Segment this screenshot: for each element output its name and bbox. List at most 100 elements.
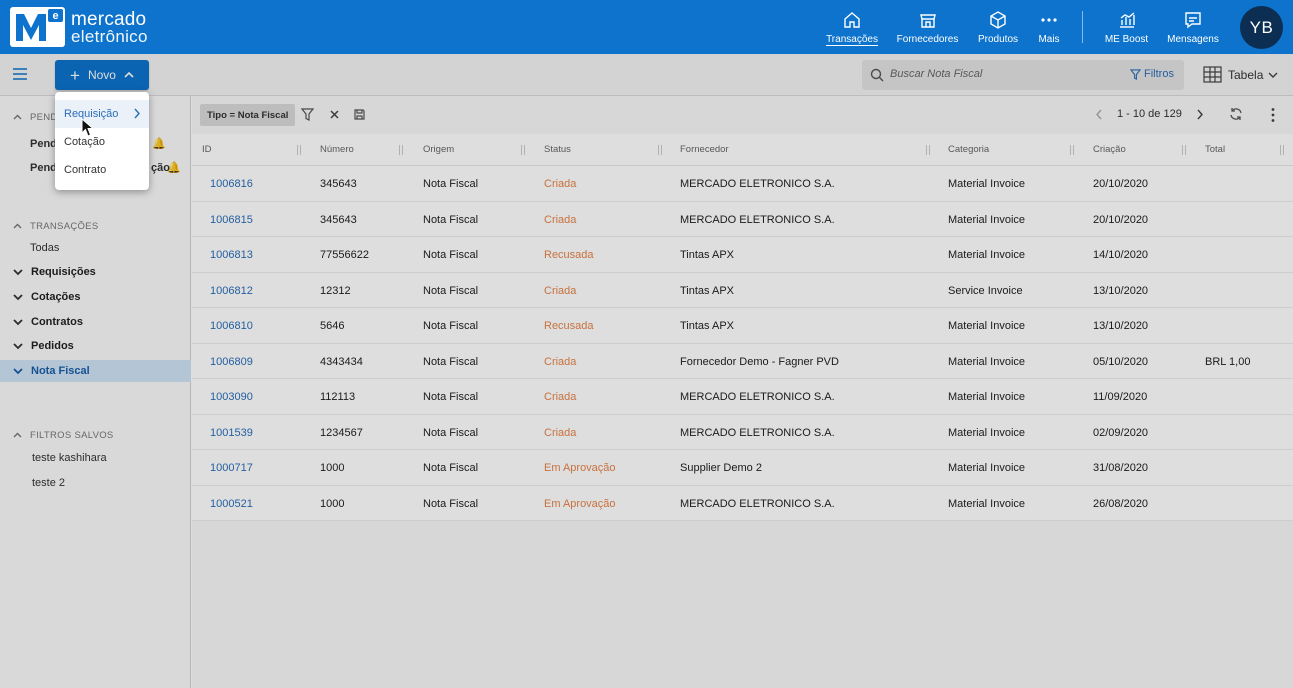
cell-id[interactable]: 1001539 xyxy=(210,427,253,439)
user-avatar[interactable]: YB xyxy=(1240,6,1283,49)
column-header-numero[interactable]: Número xyxy=(320,144,354,155)
nav-fornecedores[interactable]: Fornecedores xyxy=(897,0,958,54)
search-input[interactable]: Buscar Nota Fiscal xyxy=(890,68,982,80)
column-header-id[interactable]: ID xyxy=(202,144,212,155)
column-resize-icon[interactable] xyxy=(1181,145,1187,155)
cell-categoria: Material Invoice xyxy=(948,178,1026,190)
hamburger-menu-icon[interactable] xyxy=(12,66,28,82)
novo-button[interactable]: + Novo xyxy=(55,60,149,90)
column-resize-icon[interactable] xyxy=(657,145,663,155)
table-row[interactable]: 1006815 345643 Nota Fiscal Criada MERCADO EL… xyxy=(192,201,1293,237)
column-header-fornecedor[interactable]: Fornecedor xyxy=(680,144,729,155)
view-selector[interactable]: Tabela xyxy=(1203,66,1278,83)
saved-filter-item[interactable]: teste 2 xyxy=(32,477,65,489)
nav-mensagens[interactable]: Mensagens xyxy=(1167,0,1219,54)
cell-origem: Nota Fiscal xyxy=(423,284,479,297)
sidebar-group-pedidos[interactable]: Pedidos xyxy=(13,340,74,352)
sidebar-group-cotacoes[interactable]: Cotações xyxy=(13,291,81,303)
cell-numero: 345643 xyxy=(320,213,357,226)
saved-filter-item[interactable]: teste kashihara xyxy=(32,452,107,464)
cell-fornecedor: Tintas APX xyxy=(680,284,735,297)
table-row[interactable]: 1006816 345643 Nota Fiscal Criada MERCADO EL… xyxy=(192,166,1293,202)
cell-fornecedor: Supplier Demo 2 xyxy=(680,462,762,474)
cell-id[interactable]: 1006809 xyxy=(210,356,253,368)
table-row[interactable]: 1000521 1000 Nota Fiscal Em Aprovação MERCAD… xyxy=(192,485,1293,521)
column-resize-icon[interactable] xyxy=(520,145,526,155)
nav-me-boost[interactable]: ME Boost xyxy=(1105,0,1148,54)
cell-numero: 1000 xyxy=(320,497,345,510)
menu-item-requisicao[interactable]: Requisição xyxy=(55,100,149,128)
cell-fornecedor: MERCADO ELETRONICO S.A. xyxy=(680,497,835,510)
cell-id[interactable]: 1006815 xyxy=(210,214,253,226)
message-icon xyxy=(1185,11,1201,28)
column-resize-icon[interactable] xyxy=(925,145,931,155)
sidebar-item-pendencia-2[interactable]: Pend xyxy=(30,162,57,174)
brand-line-2: eletrônico xyxy=(71,26,148,46)
table-row[interactable]: 1006809 4343434 Nota Fiscal Criada Fornecedo… xyxy=(192,343,1293,379)
sidebar-section-filtros-salvos[interactable]: FILTROS SALVOS xyxy=(13,430,114,441)
cell-categoria: Material Invoice xyxy=(948,249,1026,261)
cell-id[interactable]: 1000717 xyxy=(210,462,253,474)
cell-status: Criada xyxy=(544,426,577,439)
cell-id[interactable]: 1006816 xyxy=(210,178,253,190)
sidebar-item-pendencia-1[interactable]: Pend xyxy=(30,138,57,150)
cell-origem: Nota Fiscal xyxy=(423,497,479,510)
column-header-categoria[interactable]: Categoria xyxy=(948,144,989,155)
more-options-icon[interactable] xyxy=(1270,107,1276,123)
sidebar-section-transacoes[interactable]: TRANSAÇÕES xyxy=(13,221,98,232)
search-box[interactable]: Buscar Nota Fiscal Filtros xyxy=(862,60,1184,90)
filtros-button[interactable]: Filtros xyxy=(1130,68,1174,80)
save-filter-icon[interactable] xyxy=(353,108,366,121)
column-resize-icon[interactable] xyxy=(296,145,302,155)
menu-item-cotacao[interactable]: Cotação xyxy=(55,128,149,156)
nav-mais[interactable]: Mais xyxy=(1038,0,1060,54)
table-row[interactable]: 1003090 112113 Nota Fiscal Criada MERCADO EL… xyxy=(192,379,1293,415)
previous-page-icon[interactable] xyxy=(1095,109,1103,120)
chevron-up-icon xyxy=(13,432,22,438)
cell-criacao: 11/09/2020 xyxy=(1093,391,1148,403)
cell-categoria: Service Invoice xyxy=(948,284,1023,297)
refresh-icon[interactable] xyxy=(1229,107,1243,121)
nav-produtos[interactable]: Produtos xyxy=(978,0,1018,54)
cell-id[interactable]: 1006813 xyxy=(210,249,253,261)
column-header-criacao[interactable]: Criação xyxy=(1093,144,1126,155)
filter-icon[interactable] xyxy=(301,108,314,121)
column-resize-icon[interactable] xyxy=(398,145,404,155)
sidebar-group-contratos[interactable]: Contratos xyxy=(13,316,83,328)
table-row[interactable]: 1006813 77556622 Nota Fiscal Recusada Tintas… xyxy=(192,237,1293,273)
clear-filter-icon[interactable] xyxy=(328,108,341,121)
logo[interactable]: e mercado eletrônico xyxy=(10,6,148,48)
sidebar-group-nota-fiscal[interactable]: Nota Fiscal xyxy=(13,365,90,377)
cell-status: Criada xyxy=(544,213,577,226)
cell-status: Em Aprovação xyxy=(544,497,616,510)
cell-status: Recusada xyxy=(544,249,594,261)
toolbar: + Novo Buscar Nota Fiscal Filtros Tabela xyxy=(0,54,1293,96)
column-header-origem[interactable]: Origem xyxy=(423,144,454,155)
table-row[interactable]: 1006812 12312 Nota Fiscal Criada Tintas APX S… xyxy=(192,272,1293,308)
column-header-status[interactable]: Status xyxy=(544,144,571,155)
cell-criacao: 20/10/2020 xyxy=(1093,213,1149,226)
sidebar-group-requisicoes[interactable]: Requisições xyxy=(13,266,96,278)
nav-transacoes[interactable]: Transações xyxy=(826,0,878,54)
column-resize-icon[interactable] xyxy=(1279,145,1285,155)
table-row[interactable]: 1001539 1234567 Nota Fiscal Criada MERCADO E… xyxy=(192,414,1293,450)
chevron-down-icon xyxy=(13,343,23,350)
cell-fornecedor: Fornecedor Demo - Fagner PVD xyxy=(680,355,839,368)
sidebar-item-todas[interactable]: Todas xyxy=(30,242,59,254)
table-row[interactable]: 1006810 5646 Nota Fiscal Recusada Tintas APX… xyxy=(192,308,1293,344)
cell-categoria: Material Invoice xyxy=(948,426,1026,439)
sidebar-section-pendencias[interactable]: PEND xyxy=(13,112,58,123)
column-resize-icon[interactable] xyxy=(1069,145,1075,155)
cell-id[interactable]: 1006812 xyxy=(210,285,253,297)
cell-id[interactable]: 1006810 xyxy=(210,320,253,332)
menu-item-contrato[interactable]: Contrato xyxy=(55,156,149,184)
chevron-right-icon xyxy=(134,108,140,119)
cell-numero: 5646 xyxy=(320,320,345,332)
column-header-total[interactable]: Total xyxy=(1205,144,1225,155)
cell-id[interactable]: 1000521 xyxy=(210,498,253,510)
table-row[interactable]: 1000717 1000 Nota Fiscal Em Aprovação Suppli… xyxy=(192,450,1293,486)
filter-chip[interactable]: Tipo = Nota Fiscal xyxy=(200,104,296,126)
next-page-icon[interactable] xyxy=(1196,109,1204,120)
cell-id[interactable]: 1003090 xyxy=(210,391,253,403)
cell-numero: 1000 xyxy=(320,462,345,474)
